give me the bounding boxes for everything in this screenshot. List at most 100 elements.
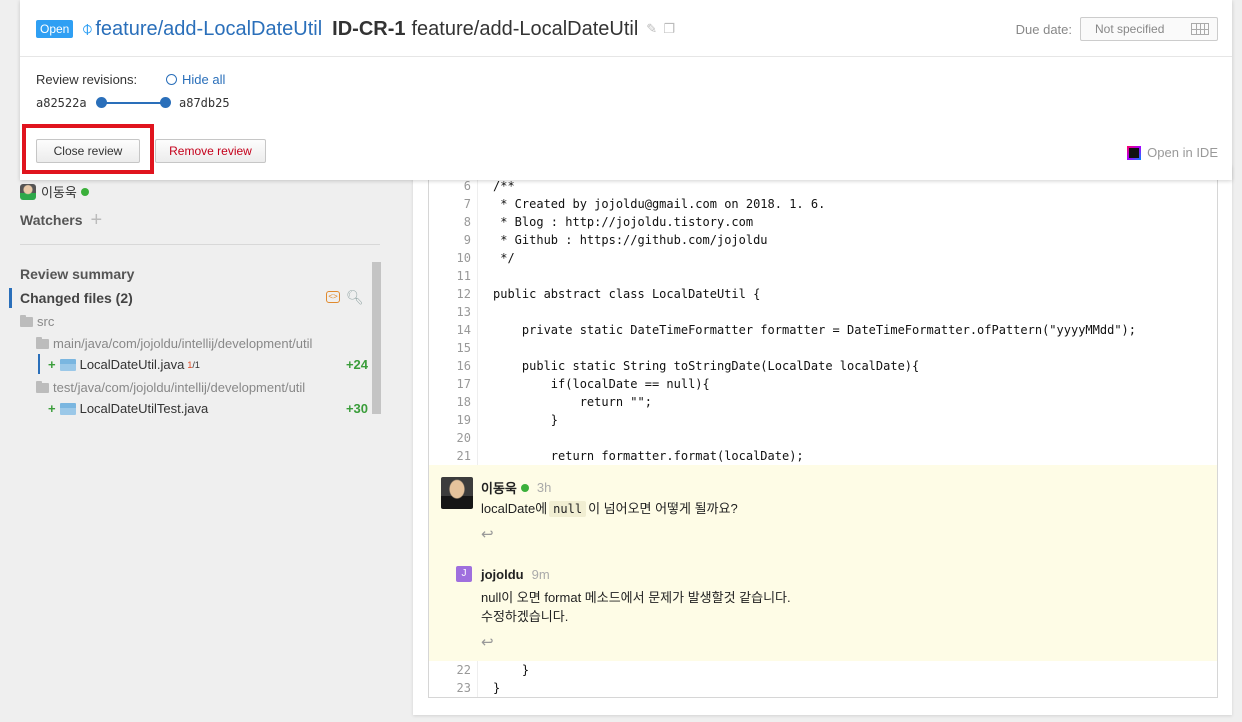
folder-icon [20, 314, 33, 327]
comment-text: null이 오면 format 메소드에서 문제가 발생할것 같습니다. 수정하… [481, 590, 791, 624]
left-sidebar: 이동욱 Watchers + Review summary Changed fi… [0, 180, 400, 722]
hide-all-link[interactable]: Hide all [166, 72, 225, 87]
line-number: 17 [456, 377, 471, 391]
due-date: Due date: Not specified [1016, 17, 1218, 41]
review-id: ID-CR-1 [332, 17, 406, 40]
reply-icon[interactable]: ↩︎ [481, 633, 494, 651]
line-number: 10 [456, 251, 471, 265]
line-number: 20 [456, 431, 471, 445]
code-line[interactable]: 19 } [429, 411, 1217, 429]
branch-icon: ⌽ [81, 18, 94, 40]
close-review-button[interactable]: Close review [36, 139, 140, 163]
line-number: 7 [463, 197, 471, 211]
circle-icon [166, 74, 177, 85]
file-item-localdateutiltest[interactable]: + LocalDateUtilTest.java +30 [48, 401, 368, 416]
line-number: 8 [463, 215, 471, 229]
due-date-label: Due date: [1015, 21, 1072, 37]
changed-files-link[interactable]: Changed files (2) [20, 290, 133, 306]
code-line[interactable]: 14 private static DateTimeFormatter form… [429, 321, 1217, 339]
revision-handle-start[interactable] [96, 97, 107, 108]
code-line[interactable]: 15 [429, 339, 1217, 357]
remove-review-button[interactable]: Remove review [155, 139, 266, 163]
code-text: } [493, 681, 501, 695]
code-text: */ [493, 251, 515, 265]
code-line[interactable]: 13 [429, 303, 1217, 321]
code-line[interactable]: 12 public abstract class LocalDateUtil { [429, 285, 1217, 303]
code-text: return ""; [493, 395, 652, 409]
code-text: return formatter.format(localDate); [493, 449, 804, 463]
file-diff-icon[interactable]: <> [326, 291, 340, 303]
code-line[interactable]: 20 [429, 429, 1217, 447]
folder-icon [36, 380, 49, 393]
code-line[interactable]: 18 return ""; [429, 393, 1217, 411]
revision-from[interactable]: a82522a [36, 96, 87, 110]
line-number: 12 [456, 287, 471, 301]
online-status-icon [520, 483, 529, 492]
avatar: J [456, 566, 472, 582]
code-line[interactable]: 7 * Created by jojoldu@gmail.com on 2018… [429, 195, 1217, 213]
code-line[interactable]: 16 public static String toStringDate(Loc… [429, 357, 1217, 375]
code-text: public static String toStringDate(LocalD… [493, 359, 920, 373]
watchers-label: Watchers [20, 212, 83, 228]
add-watcher-icon[interactable]: + [91, 210, 103, 230]
added-marker: + [48, 357, 56, 372]
file-item-localdateutil[interactable]: + LocalDateUtil.java 1/1 +24 [48, 357, 368, 372]
folder-src[interactable]: src [20, 314, 54, 329]
line-number: 22 [456, 663, 471, 677]
line-number: 15 [456, 341, 471, 355]
comment-time: 9m [531, 567, 550, 582]
folder-icon [36, 336, 49, 349]
comment-counter: 1/1 [187, 359, 200, 370]
code-line[interactable]: 22 } [429, 661, 1217, 679]
code-line[interactable]: 23} [429, 679, 1217, 697]
code-line[interactable]: 17 if(localDate == null){ [429, 375, 1217, 393]
open-in-ide-link[interactable]: Open in IDE [1127, 145, 1218, 160]
calendar-icon [1191, 23, 1209, 35]
sidebar-scrollbar[interactable] [372, 262, 381, 414]
code-text: } [493, 663, 530, 677]
lines-added: +30 [345, 401, 368, 416]
comment-author[interactable]: 이동욱 3h [481, 478, 551, 497]
avatar [20, 183, 36, 200]
revision-to[interactable]: a87db25 [179, 96, 230, 110]
folder-main[interactable]: main/java/com/jojoldu/intellij/developme… [36, 336, 312, 351]
due-date-picker[interactable]: Not specified [1080, 17, 1218, 41]
code-text: * Github : https://github.com/jojoldu [493, 233, 768, 247]
code-line[interactable]: 9 * Github : https://github.com/jojoldu [429, 231, 1217, 249]
inline-code: null [549, 501, 587, 517]
code-line[interactable]: 21 return formatter.format(localDate); [429, 447, 1217, 465]
comment-author[interactable]: jojoldu 9m [481, 567, 550, 582]
revisions-label: Review revisions: [36, 72, 138, 87]
code-text: private static DateTimeFormatter formatt… [493, 323, 1136, 337]
avatar [441, 477, 473, 509]
code-text: if(localDate == null){ [493, 377, 710, 391]
comment-thread: 이동욱 3h localDate에 null 이 넘어오면 어떻게 될까요? ↩︎ … [429, 465, 1217, 661]
code-line[interactable]: 11 [429, 267, 1217, 285]
code-text: public abstract class LocalDateUtil { [493, 287, 761, 301]
online-status-icon [80, 187, 89, 196]
changed-files-tools: <> 🔍︎ [326, 290, 364, 304]
line-number: 18 [456, 395, 471, 409]
folder-test[interactable]: test/java/com/jojoldu/intellij/developme… [36, 380, 305, 395]
intellij-icon [1127, 145, 1142, 160]
line-number: 21 [456, 449, 471, 463]
revision-handle-end[interactable] [160, 97, 171, 108]
code-line[interactable]: 10 */ [429, 249, 1217, 267]
search-icon[interactable]: 🔍︎ [346, 290, 364, 304]
reply-icon[interactable]: ↩︎ [481, 525, 494, 543]
java-file-icon [59, 402, 76, 415]
line-number: 9 [463, 233, 471, 247]
divider [20, 244, 380, 245]
added-marker: + [48, 401, 56, 416]
line-number: 19 [456, 413, 471, 427]
line-number: 16 [456, 359, 471, 373]
divider [20, 56, 1232, 57]
copy-icon[interactable]: ❐ [663, 21, 675, 37]
edit-icon[interactable]: ✎ [646, 21, 657, 37]
participant[interactable]: 이동욱 [20, 182, 89, 201]
review-summary-link[interactable]: Review summary [20, 266, 134, 282]
branch-link[interactable]: feature/add-LocalDateUtil [95, 18, 322, 41]
code-line[interactable]: 8 * Blog : http://jojoldu.tistory.com [429, 213, 1217, 231]
